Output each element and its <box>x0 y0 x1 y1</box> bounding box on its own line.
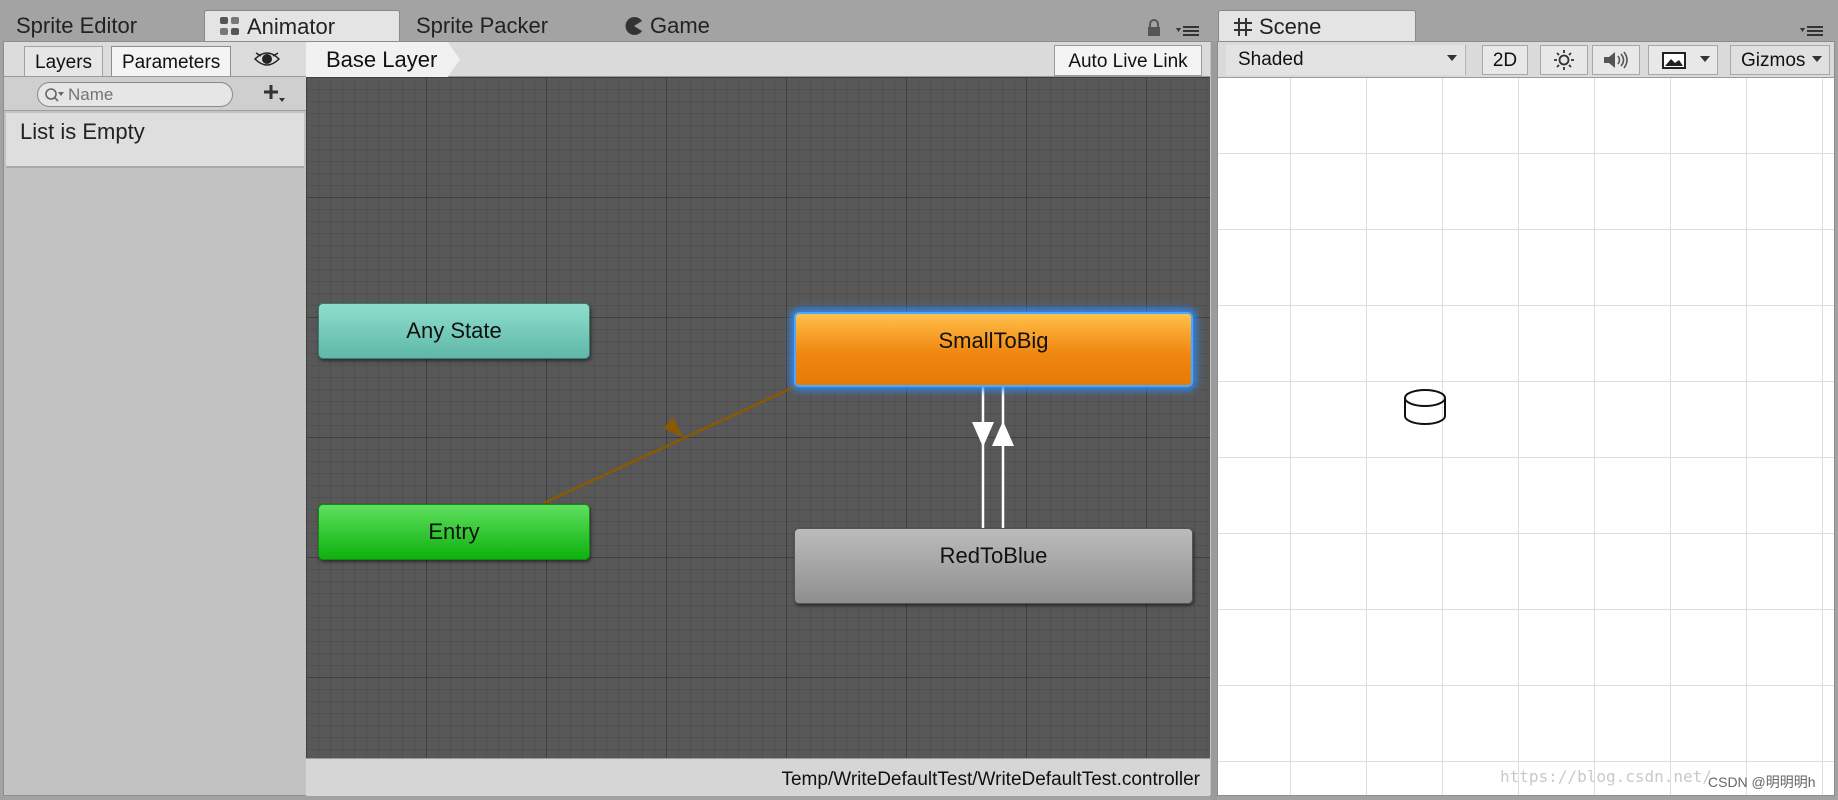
scene-grid-icon <box>1233 17 1253 43</box>
controller-path: Temp/WriteDefaultTest/WriteDefaultTest.c… <box>781 769 1200 790</box>
transition-arrows <box>543 333 1014 528</box>
watermark-url: https://blog.csdn.net/ <box>1500 767 1712 786</box>
controller-path-bar: Temp/WriteDefaultTest/WriteDefaultTest.c… <box>306 758 1210 796</box>
state-label: Entry <box>428 519 480 544</box>
breadcrumb-base-layer[interactable]: Base Layer <box>306 42 460 77</box>
state-machine-graph[interactable]: Any State Entry SmallToBig RedToBlue <box>306 77 1210 758</box>
watermark-text: CSDN @明明明h <box>1708 774 1816 790</box>
tab-label: Sprite Editor <box>16 13 138 38</box>
lighting-toggle[interactable] <box>1540 45 1588 75</box>
audio-toggle[interactable] <box>1592 45 1640 75</box>
dropdown-value: Shaded <box>1238 49 1304 70</box>
state-label: RedToBlue <box>939 543 1048 568</box>
chevron-down-icon <box>1812 56 1822 62</box>
state-label: Any State <box>406 318 502 343</box>
button-label: Gizmos <box>1741 50 1806 71</box>
tab-layers[interactable]: Layers <box>24 46 104 76</box>
tab-game[interactable]: Game <box>610 10 724 42</box>
state-small-to-big[interactable]: SmallToBig <box>794 312 1193 387</box>
button-label: 2D <box>1492 50 1518 71</box>
scene-panel-menu-icon[interactable] <box>1800 24 1824 38</box>
tab-sprite-packer[interactable]: Sprite Packer <box>402 10 562 42</box>
watermark-author: CSDN @明明明h <box>1708 772 1816 792</box>
chevron-down-icon <box>1700 56 1710 62</box>
search-input[interactable] <box>68 84 223 105</box>
state-any-state[interactable]: Any State <box>318 303 590 359</box>
breadcrumb-label: Base Layer <box>326 47 438 72</box>
tab-label: Scene <box>1259 14 1322 39</box>
gizmos-dropdown[interactable]: Gizmos <box>1730 45 1830 75</box>
tab-animator[interactable]: Animator <box>204 10 400 42</box>
empty-list-message: List is Empty <box>20 119 145 144</box>
lock-icon[interactable] <box>1146 19 1162 37</box>
tab-label: Parameters <box>122 52 221 73</box>
panel-menu-icon[interactable] <box>1176 24 1200 38</box>
auto-live-link-button[interactable]: Auto Live Link <box>1054 45 1202 76</box>
parameter-list: List is Empty <box>6 113 304 168</box>
state-red-to-blue[interactable]: RedToBlue <box>794 528 1193 604</box>
speaker-icon <box>1604 51 1628 69</box>
toggle-2d-button[interactable]: 2D <box>1482 45 1528 75</box>
image-effects-icon <box>1662 52 1686 69</box>
transition-arrowhead-down <box>972 422 994 447</box>
state-entry[interactable]: Entry <box>318 504 590 560</box>
sun-icon <box>1554 50 1574 70</box>
default-transition-arrowhead <box>663 416 684 438</box>
chevron-down-icon <box>1447 55 1457 61</box>
button-label: Auto Live Link <box>1068 51 1188 72</box>
tab-sprite-editor[interactable]: Sprite Editor <box>2 10 151 42</box>
shading-mode-dropdown[interactable]: Shaded <box>1226 45 1466 75</box>
effects-dropdown[interactable] <box>1648 45 1718 75</box>
scene-viewport[interactable] <box>1218 78 1834 795</box>
animator-icon <box>219 15 241 43</box>
tab-parameters[interactable]: Parameters <box>111 46 232 76</box>
transition-arrowhead-up <box>992 421 1014 446</box>
tab-scene[interactable]: Scene <box>1218 10 1416 42</box>
add-parameter-button[interactable] <box>262 82 288 106</box>
tab-label: Sprite Packer <box>416 13 549 38</box>
tab-label: Layers <box>35 52 93 73</box>
tab-label: Game <box>650 13 710 38</box>
camera-gizmo-icon[interactable] <box>1403 388 1447 428</box>
eye-icon[interactable] <box>253 49 281 69</box>
watermark-text: https://blog.csdn.net/ <box>1500 767 1712 786</box>
game-pacman-icon <box>624 16 644 42</box>
parameter-search-field[interactable] <box>37 82 233 107</box>
state-label: SmallToBig <box>938 328 1049 353</box>
tab-label: Animator <box>247 14 336 39</box>
search-filter-icon <box>44 86 66 104</box>
